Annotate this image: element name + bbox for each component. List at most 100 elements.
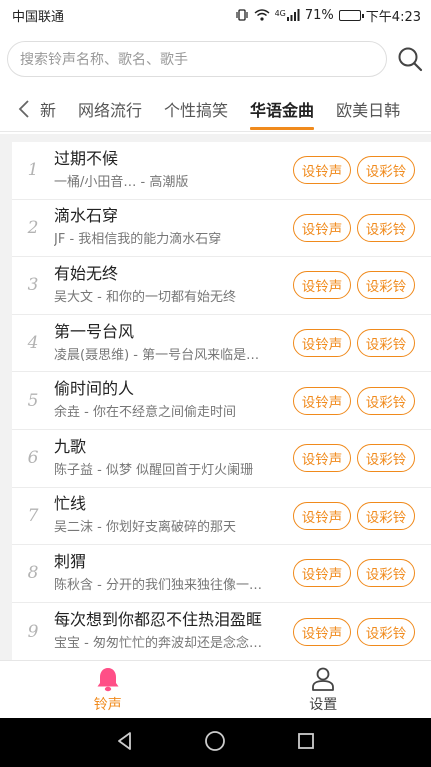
battery-icon	[338, 9, 364, 21]
set-color-ring-button[interactable]: 设彩铃	[357, 213, 415, 242]
ringtone-list: 1 过期不候 一桶/小田音… - 高潮版 设铃声 设彩铃 2 滴水石穿 JF -…	[12, 142, 431, 661]
clock: 下午4:23	[365, 9, 421, 25]
nav-settings[interactable]: 设置	[216, 661, 431, 718]
item-index: 7	[27, 505, 39, 526]
set-ringtone-button[interactable]: 设铃声	[293, 501, 351, 530]
user-icon	[312, 667, 335, 691]
tab-western-jpkr[interactable]: 欧美日韩	[325, 86, 411, 131]
list-item[interactable]: 3 有始无终 吴大文 - 和你的一切都有始无终 设铃声 设彩铃	[12, 257, 431, 315]
nav-ringtones[interactable]: 铃声	[0, 661, 216, 718]
item-index: 9	[27, 621, 39, 642]
set-color-ring-button[interactable]: 设彩铃	[357, 559, 415, 588]
category-tabs: 新 网络流行 个性搞笑 华语金曲 欧美日韩	[0, 86, 431, 132]
set-ringtone-button[interactable]: 设铃声	[293, 271, 351, 300]
item-actions: 设铃声 设彩铃	[293, 559, 415, 588]
item-title: 有始无终	[54, 263, 119, 283]
search-placeholder: 搜索铃声名称、歌名、歌手	[20, 52, 188, 68]
list-item[interactable]: 5 偷时间的人 余垚 - 你在不经意之间偷走时间 设铃声 设彩铃	[12, 372, 431, 430]
list-item[interactable]: 4 第一号台风 凌晨(聂思维) - 第一号台风来临是… 设铃声 设彩铃	[12, 315, 431, 373]
wifi-icon	[254, 9, 270, 21]
item-subtitle: 吴二沫 - 你划好支离破碎的那天	[54, 520, 236, 536]
set-color-ring-button[interactable]: 设彩铃	[357, 156, 415, 185]
tab-chinese-classics[interactable]: 华语金曲	[239, 86, 325, 131]
item-index: 6	[27, 448, 39, 469]
item-info: 过期不候 一桶/小田音… - 高潮版	[54, 148, 285, 193]
list-item[interactable]: 1 过期不候 一桶/小田音… - 高潮版 设铃声 设彩铃	[12, 142, 431, 200]
chevron-left-icon	[18, 99, 29, 118]
list-item[interactable]: 6 九歌 陈子益 - 似梦 似醒回首于灯火阑珊 设铃声 设彩铃	[12, 430, 431, 488]
item-actions: 设铃声 设彩铃	[293, 329, 415, 358]
item-title: 刺猬	[54, 551, 87, 571]
bottom-navigation: 铃声 设置	[0, 660, 431, 718]
item-subtitle: 宝宝 - 匆匆忙忙的奔波却还是念念…	[54, 636, 262, 652]
item-info: 有始无终 吴大文 - 和你的一切都有始无终	[54, 263, 285, 308]
list-item[interactable]: 2 滴水石穿 JF - 我相信我的能力滴水石穿 设铃声 设彩铃	[12, 200, 431, 258]
nav-ringtones-label: 铃声	[93, 696, 122, 713]
tab-funny[interactable]: 个性搞笑	[153, 86, 239, 131]
set-color-ring-button[interactable]: 设彩铃	[357, 444, 415, 473]
carrier-name: 中国联通	[12, 9, 65, 25]
set-ringtone-button[interactable]: 设铃声	[293, 213, 351, 242]
item-subtitle: 陈秋含 - 分开的我们独来独往像一…	[54, 577, 262, 593]
vibrate-icon	[235, 9, 249, 21]
item-title: 滴水石穿	[54, 206, 119, 226]
system-back-button[interactable]	[115, 731, 135, 755]
set-ringtone-button[interactable]: 设铃声	[293, 386, 351, 415]
item-title: 偷时间的人	[54, 379, 135, 399]
item-subtitle: 凌晨(聂思维) - 第一号台风来临是…	[54, 347, 260, 363]
item-title: 每次想到你都忍不住热泪盈眶	[54, 610, 263, 630]
item-actions: 设铃声 设彩铃	[293, 156, 415, 185]
system-home-button[interactable]	[204, 730, 226, 756]
item-title: 忙线	[54, 494, 87, 514]
set-ringtone-button[interactable]: 设铃声	[293, 617, 351, 646]
bell-icon	[97, 667, 119, 691]
set-color-ring-button[interactable]: 设彩铃	[357, 329, 415, 358]
nav-settings-label: 设置	[309, 696, 338, 713]
tabs-back-button[interactable]	[18, 99, 38, 119]
item-subtitle: 余垚 - 你在不经意之间偷走时间	[54, 405, 236, 421]
item-info: 偷时间的人 余垚 - 你在不经意之间偷走时间	[54, 378, 285, 423]
network-type: 4G	[274, 9, 286, 18]
set-ringtone-button[interactable]: 设铃声	[293, 156, 351, 185]
search-input[interactable]: 搜索铃声名称、歌名、歌手	[7, 41, 387, 77]
square-recents-icon	[298, 732, 315, 749]
set-color-ring-button[interactable]: 设彩铃	[357, 501, 415, 530]
search-bar: 搜索铃声名称、歌名、歌手	[0, 38, 431, 80]
search-button[interactable]	[397, 45, 423, 73]
item-actions: 设铃声 设彩铃	[293, 501, 415, 530]
item-actions: 设铃声 设彩铃	[293, 444, 415, 473]
battery-percent: 71%	[304, 7, 334, 23]
item-actions: 设铃声 设彩铃	[293, 271, 415, 300]
item-info: 刺猬 陈秋含 - 分开的我们独来独往像一…	[54, 551, 285, 596]
item-title: 九歌	[54, 436, 87, 456]
set-ringtone-button[interactable]: 设铃声	[293, 329, 351, 358]
signal-icon: 4G	[275, 9, 300, 21]
set-color-ring-button[interactable]: 设彩铃	[357, 386, 415, 415]
item-subtitle: 一桶/小田音… - 高潮版	[54, 174, 189, 190]
tab-new[interactable]: 新	[38, 86, 67, 131]
item-title: 过期不候	[54, 148, 119, 168]
tab-internet-popular[interactable]: 网络流行	[67, 86, 153, 131]
search-icon	[398, 47, 423, 72]
set-ringtone-button[interactable]: 设铃声	[293, 559, 351, 588]
list-item[interactable]: 7 忙线 吴二沫 - 你划好支离破碎的那天 设铃声 设彩铃	[12, 488, 431, 546]
set-color-ring-button[interactable]: 设彩铃	[357, 271, 415, 300]
item-info: 九歌 陈子益 - 似梦 似醒回首于灯火阑珊	[54, 436, 285, 481]
item-index: 8	[27, 563, 39, 584]
set-color-ring-button[interactable]: 设彩铃	[357, 617, 415, 646]
status-icons: 4G 71% 下午4:23	[235, 6, 421, 25]
item-subtitle: 吴大文 - 和你的一切都有始无终	[54, 289, 236, 305]
item-index: 5	[27, 390, 39, 411]
item-info: 忙线 吴二沫 - 你划好支离破碎的那天	[54, 493, 285, 538]
system-recents-button[interactable]	[296, 731, 316, 755]
list-item[interactable]: 8 刺猬 陈秋含 - 分开的我们独来独往像一… 设铃声 设彩铃	[12, 545, 431, 603]
item-index: 4	[27, 333, 39, 354]
set-ringtone-button[interactable]: 设铃声	[293, 444, 351, 473]
item-info: 每次想到你都忍不住热泪盈眶 宝宝 - 匆匆忙忙的奔波却还是念念…	[54, 609, 285, 654]
triangle-back-icon	[117, 731, 131, 750]
item-index: 2	[27, 217, 39, 238]
list-item[interactable]: 9 每次想到你都忍不住热泪盈眶 宝宝 - 匆匆忙忙的奔波却还是念念… 设铃声 设…	[12, 603, 431, 661]
system-navigation-bar	[0, 718, 431, 767]
item-subtitle: 陈子益 - 似梦 似醒回首于灯火阑珊	[54, 462, 254, 478]
item-index: 3	[27, 275, 39, 296]
